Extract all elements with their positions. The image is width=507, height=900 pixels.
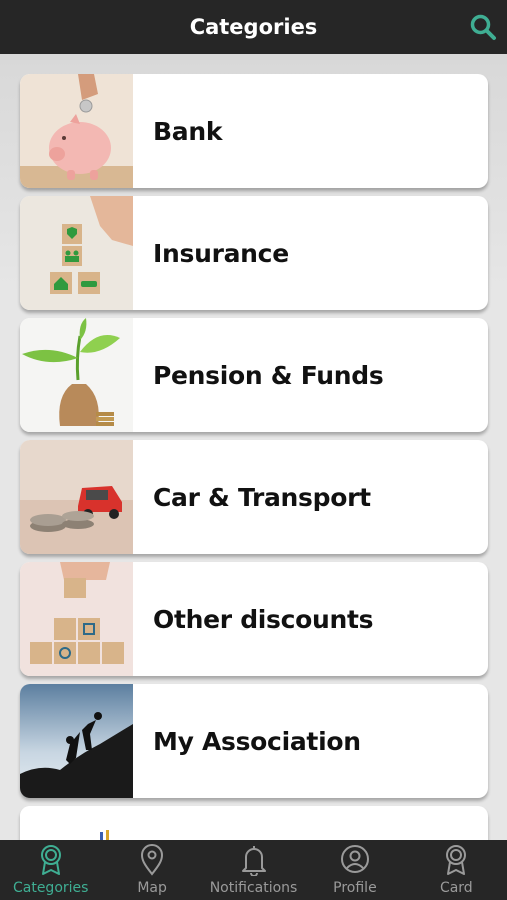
nav-item-map[interactable]: Map	[101, 840, 202, 900]
card-badge-icon	[446, 845, 467, 875]
nav-label: Categories	[12, 880, 89, 896]
nav-label: Notifications	[209, 880, 298, 896]
category-label: Insurance	[153, 238, 289, 268]
discount-blocks-image	[20, 562, 133, 676]
page-title: Categories	[189, 15, 318, 39]
search-icon	[470, 14, 496, 40]
category-card-insurance[interactable]: Insurance	[20, 196, 488, 310]
category-card-car-transport[interactable]: Car & Transport	[20, 440, 488, 554]
bell-icon	[241, 846, 266, 876]
toy-car-coins-image	[20, 440, 133, 554]
search-button[interactable]	[467, 11, 499, 43]
plant-money-bag-image	[20, 318, 133, 432]
nav-label: Map	[137, 880, 167, 896]
user-icon	[340, 845, 369, 873]
category-card-partial[interactable]	[20, 806, 488, 840]
category-label: Car & Transport	[153, 482, 371, 512]
category-card-bank[interactable]: Bank	[20, 74, 488, 188]
nav-item-notifications[interactable]: Notifications	[203, 840, 304, 900]
category-label: My Association	[153, 726, 361, 756]
map-pin-icon	[141, 844, 164, 876]
piggy-bank-image	[20, 74, 133, 188]
nav-item-categories[interactable]: Categories	[0, 840, 101, 900]
category-card-other-discounts[interactable]: Other discounts	[20, 562, 488, 676]
bottom-nav: Categories Map Notifications Profile Car…	[0, 840, 507, 900]
nav-label: Profile	[333, 880, 377, 896]
category-card-pension-funds[interactable]: Pension & Funds	[20, 318, 488, 432]
category-label: Other discounts	[153, 604, 374, 634]
insurance-blocks-image	[20, 196, 133, 310]
app-bar: Categories	[0, 0, 507, 54]
category-label: Bank	[153, 116, 223, 146]
nav-item-profile[interactable]: Profile	[304, 840, 405, 900]
category-list[interactable]: Bank Insurance Pension & Funds Car & Tra…	[0, 54, 507, 840]
nav-label: Card	[439, 880, 473, 896]
nav-item-card[interactable]: Card	[406, 840, 507, 900]
climbers-silhouette-image	[20, 684, 133, 798]
category-card-my-association[interactable]: My Association	[20, 684, 488, 798]
category-label: Pension & Funds	[153, 360, 384, 390]
badge-icon	[40, 845, 61, 875]
partial-card-image	[20, 806, 133, 840]
